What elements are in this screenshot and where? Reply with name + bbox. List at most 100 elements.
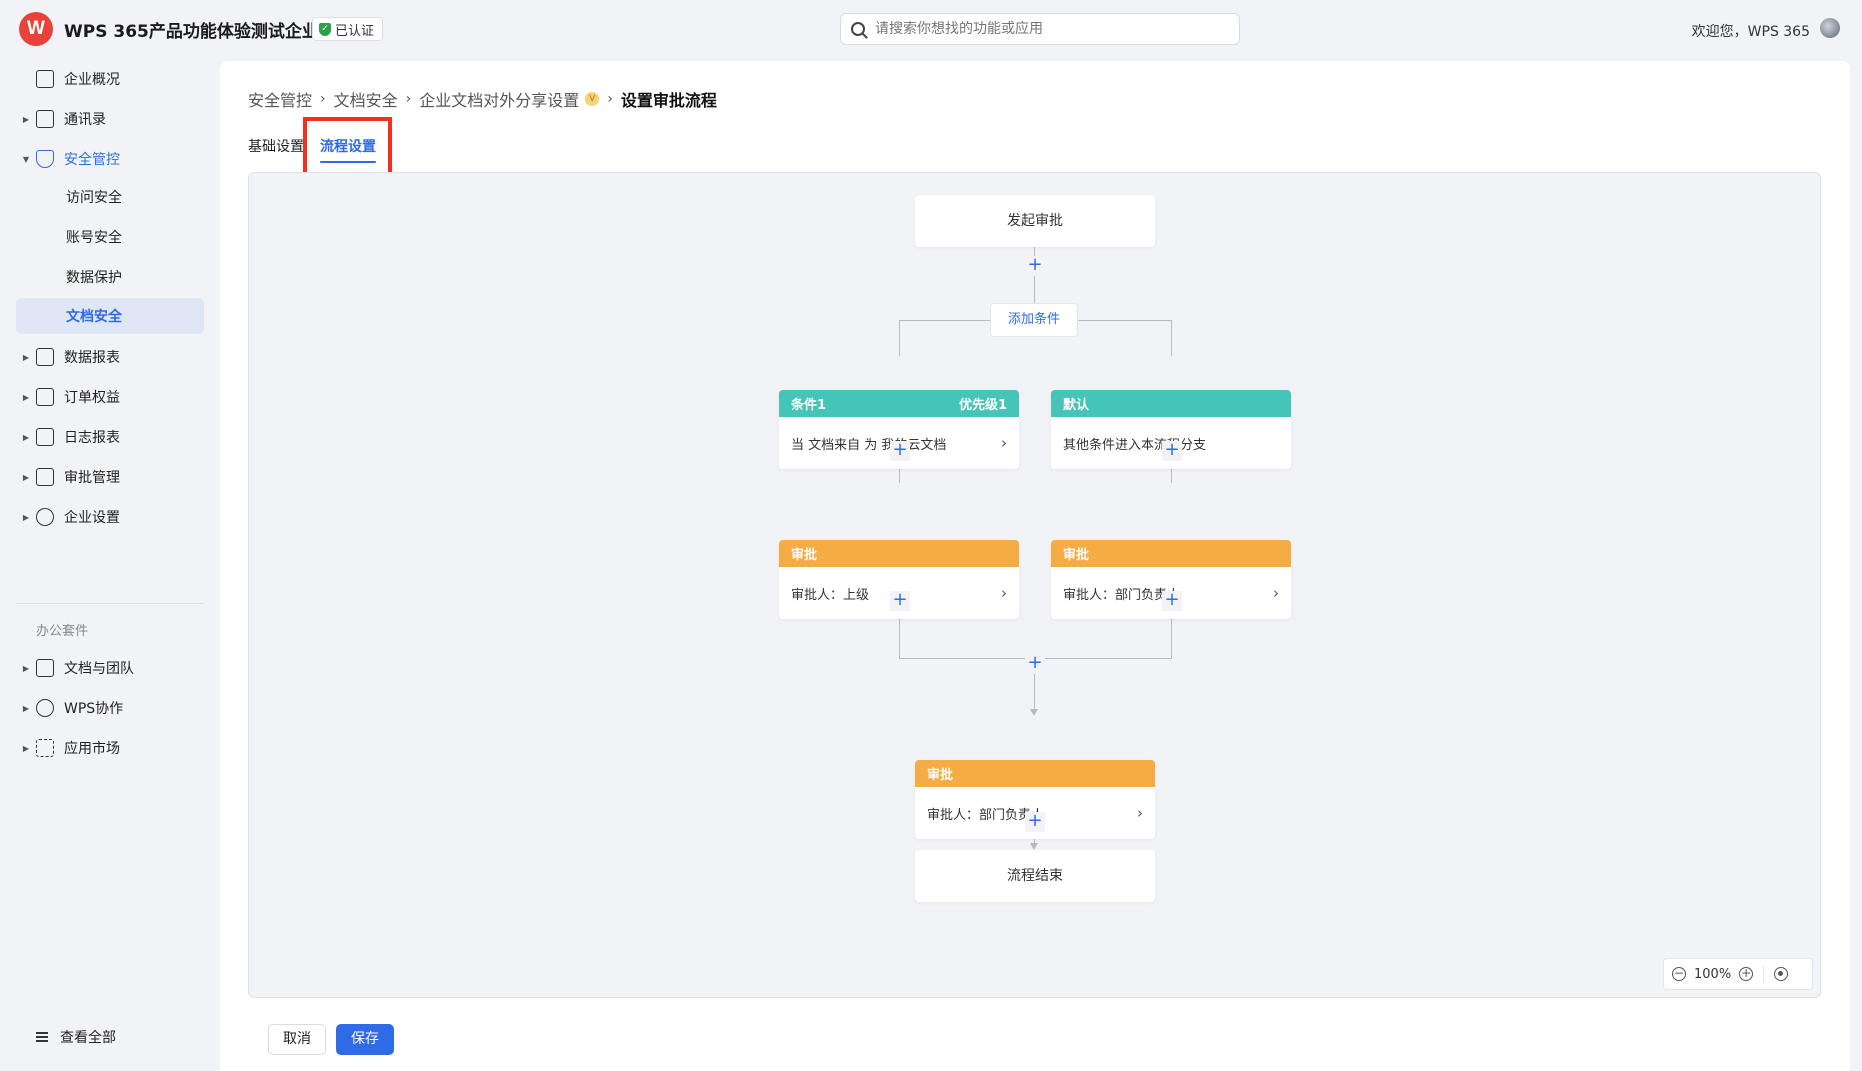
sidebar-item-app-market[interactable]: ▶ 应用市场	[16, 730, 204, 766]
arrow-down-icon	[1030, 843, 1038, 850]
caret-right-icon: ▶	[22, 703, 30, 713]
zoom-level: 100%	[1694, 966, 1732, 982]
connector-line	[899, 320, 900, 356]
zoom-control: − 100% +	[1663, 958, 1813, 990]
caret-right-icon: ▶	[22, 392, 30, 402]
cancel-button[interactable]: 取消	[268, 1024, 326, 1055]
sidebar-item-orders[interactable]: ▶ 订单权益	[16, 379, 204, 415]
search-input[interactable]	[875, 21, 1215, 37]
chevron-right-icon: ›	[607, 91, 613, 107]
condition-title: 默认	[1063, 398, 1090, 413]
global-search[interactable]	[840, 13, 1240, 45]
shield-icon	[36, 150, 54, 168]
breadcrumb-item[interactable]: 企业文档对外分享设置	[419, 87, 579, 111]
chat-icon	[36, 699, 54, 717]
condition-title: 条件1	[791, 398, 827, 413]
recenter-icon[interactable]	[1774, 967, 1789, 981]
caret-right-icon: ▶	[22, 352, 30, 362]
sidebar-group-label: 办公套件	[36, 624, 89, 639]
gear-icon	[36, 508, 54, 526]
add-node-plus-icon[interactable]: +	[890, 441, 910, 461]
add-node-plus-icon[interactable]: +	[1162, 441, 1182, 461]
add-node-plus-icon[interactable]: +	[1162, 591, 1182, 611]
vip-badge-icon: V	[585, 92, 600, 106]
sidebar-item-label: 日志报表	[64, 430, 120, 446]
add-node-plus-icon[interactable]: +	[1025, 654, 1045, 674]
chevron-right-icon: ›	[1001, 434, 1007, 452]
zoom-divider	[1763, 965, 1765, 983]
sidebar-item-label: 通讯录	[64, 112, 106, 128]
connector-line	[1171, 320, 1172, 356]
breadcrumb-current: 设置审批流程	[620, 91, 717, 110]
caret-right-icon: ▶	[22, 663, 30, 673]
building-icon	[36, 70, 54, 88]
sidebar-sub-access-security[interactable]: 访问安全	[16, 179, 204, 215]
condition-text: 当 文档来自 为 我的云文档	[791, 437, 947, 453]
sidebar-item-approvals[interactable]: ▶ 审批管理	[16, 459, 204, 495]
zoom-in-icon[interactable]: +	[1739, 967, 1754, 981]
approval-card-header: 审批	[915, 760, 1155, 787]
breadcrumb-item[interactable]: 文档安全	[334, 87, 398, 111]
apps-grid-icon	[36, 739, 54, 757]
welcome-text: 欢迎您，WPS 365	[1691, 24, 1810, 40]
sidebar-item-security[interactable]: ▼ 安全管控	[16, 141, 204, 177]
condition-text: 其他条件进入本流程分支	[1063, 437, 1207, 453]
sidebar-item-overview[interactable]: 企业概况	[16, 61, 204, 97]
sidebar-item-label: 企业概况	[64, 72, 120, 88]
sidebar: 企业概况 ▶ 通讯录 ▼ 安全管控 访问安全 账号安全 数据保护 文档安全 ▶ …	[0, 58, 220, 1071]
flow-canvas[interactable]: 发起审批 + 添加条件 条件1 优先级1 当 文档来自 为 我的云文档 › 默认…	[248, 172, 1821, 998]
sidebar-item-label: 应用市场	[64, 741, 120, 757]
save-button[interactable]: 保存	[336, 1024, 394, 1055]
sidebar-sub-document-security[interactable]: 文档安全	[16, 298, 204, 334]
arrow-down-icon	[1030, 709, 1038, 716]
chevron-right-icon: ›	[405, 91, 412, 107]
verified-shield-icon: ✓	[319, 22, 331, 36]
chevron-right-icon: ›	[1137, 804, 1143, 822]
highlight-annotation	[303, 117, 392, 177]
add-node-plus-icon[interactable]: +	[1025, 256, 1045, 276]
main-panel: 安全管控 › 文档安全 › 企业文档对外分享设置 V › 设置审批流程 基础设置…	[220, 61, 1850, 1071]
document-icon	[36, 659, 54, 677]
add-condition-button[interactable]: 添加条件	[990, 303, 1078, 337]
add-node-plus-icon[interactable]: +	[1025, 812, 1045, 832]
sidebar-item-contacts[interactable]: ▶ 通讯录	[16, 101, 204, 137]
start-node[interactable]: 发起审批	[915, 195, 1155, 247]
sidebar-sub-account-security[interactable]: 账号安全	[16, 219, 204, 255]
zoom-out-icon[interactable]: −	[1672, 967, 1686, 981]
approval-title: 审批	[791, 548, 818, 563]
sidebar-item-docs-teams[interactable]: ▶ 文档与团队	[16, 650, 204, 686]
sidebar-item-settings[interactable]: ▶ 企业设置	[16, 499, 204, 535]
user-avatar[interactable]	[1820, 18, 1840, 38]
caret-down-icon: ▼	[22, 154, 30, 164]
tab-basic-settings[interactable]: 基础设置	[248, 135, 304, 163]
sidebar-sub-data-protection[interactable]: 数据保护	[16, 259, 204, 295]
condition-card-header: 条件1 优先级1	[779, 390, 1019, 417]
wps-logo-icon[interactable]: W	[19, 12, 53, 46]
approval-card-header: 审批	[779, 540, 1019, 567]
breadcrumb-item[interactable]: 安全管控	[248, 87, 312, 111]
stamp-icon	[36, 468, 54, 486]
sidebar-item-wps-collab[interactable]: ▶ WPS协作	[16, 690, 204, 726]
sidebar-item-data-reports[interactable]: ▶ 数据报表	[16, 339, 204, 375]
approval-title: 审批	[1063, 548, 1090, 563]
chevron-right-icon: ›	[320, 91, 326, 107]
org-name: WPS 365产品功能体验测试企业	[64, 22, 319, 42]
breadcrumb: 安全管控 › 文档安全 › 企业文档对外分享设置 V › 设置审批流程	[248, 87, 717, 111]
sidebar-divider	[16, 603, 204, 604]
search-icon	[851, 22, 865, 36]
chevron-right-icon: ›	[1273, 584, 1279, 602]
caret-right-icon: ▶	[22, 472, 30, 482]
sidebar-item-logs[interactable]: ▶ 日志报表	[16, 419, 204, 455]
view-all-button[interactable]: 查看全部	[36, 1027, 116, 1047]
approval-text: 审批人：上级	[791, 587, 870, 603]
sidebar-item-label: 安全管控	[64, 152, 120, 168]
sidebar-item-label: 数据报表	[64, 350, 120, 366]
condition-priority: 优先级1	[958, 398, 1007, 413]
caret-right-icon: ▶	[22, 114, 30, 124]
add-node-plus-icon[interactable]: +	[890, 591, 910, 611]
order-icon	[36, 388, 54, 406]
caret-right-icon: ▶	[22, 512, 30, 522]
verified-label: 已认证	[335, 23, 375, 39]
view-all-label: 查看全部	[60, 1030, 116, 1046]
end-node: 流程结束	[915, 850, 1155, 902]
